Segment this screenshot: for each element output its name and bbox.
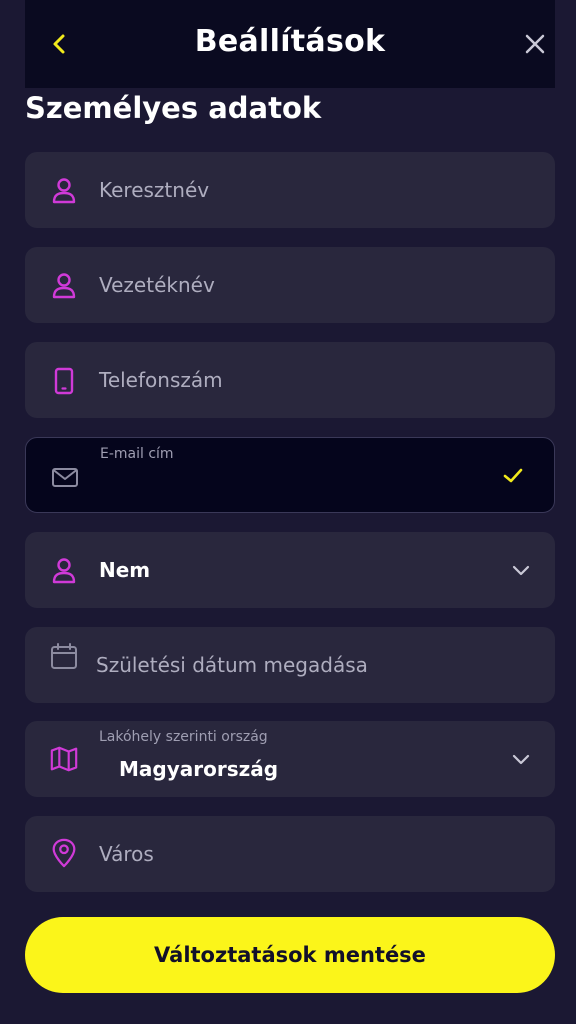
city-placeholder: Város — [99, 842, 154, 866]
country-label: Lakóhely szerinti ország — [99, 729, 268, 745]
section-title: Személyes adatok — [25, 91, 322, 125]
email-label: E-mail cím — [100, 446, 174, 462]
phone-placeholder: Telefonszám — [99, 368, 223, 392]
close-icon — [525, 34, 545, 54]
location-pin-icon — [52, 838, 76, 868]
phone-icon — [54, 367, 74, 395]
gender-value: Nem — [99, 558, 151, 582]
chevron-down-icon — [512, 754, 530, 765]
first-name-placeholder: Keresztnév — [99, 178, 210, 202]
user-icon — [52, 273, 76, 299]
country-value: Magyarország — [119, 757, 279, 781]
gender-select[interactable]: Nem — [25, 532, 555, 608]
birthdate-field[interactable]: Születési dátum megadása — [25, 627, 555, 703]
mail-icon — [52, 468, 78, 487]
user-icon — [52, 178, 76, 204]
last-name-placeholder: Vezetéknév — [99, 273, 215, 297]
chevron-down-icon — [512, 565, 530, 576]
phone-field[interactable]: Telefonszám — [25, 342, 555, 418]
page-title: Beállítások — [194, 24, 386, 59]
last-name-field[interactable]: Vezetéknév — [25, 247, 555, 323]
email-field[interactable]: E-mail cím — [25, 437, 555, 513]
first-name-field[interactable]: Keresztnév — [25, 152, 555, 228]
check-icon — [503, 468, 523, 483]
city-field[interactable]: Város — [25, 816, 555, 892]
app-header: Beállítások — [25, 0, 555, 88]
save-changes-button[interactable]: Változtatások mentése — [25, 917, 555, 993]
calendar-icon — [51, 643, 77, 669]
map-icon — [50, 746, 78, 772]
user-icon — [52, 558, 76, 584]
birthdate-placeholder: Születési dátum megadása — [96, 653, 368, 677]
close-button[interactable] — [523, 32, 547, 56]
country-select[interactable]: Lakóhely szerinti ország Magyarország — [25, 721, 555, 797]
